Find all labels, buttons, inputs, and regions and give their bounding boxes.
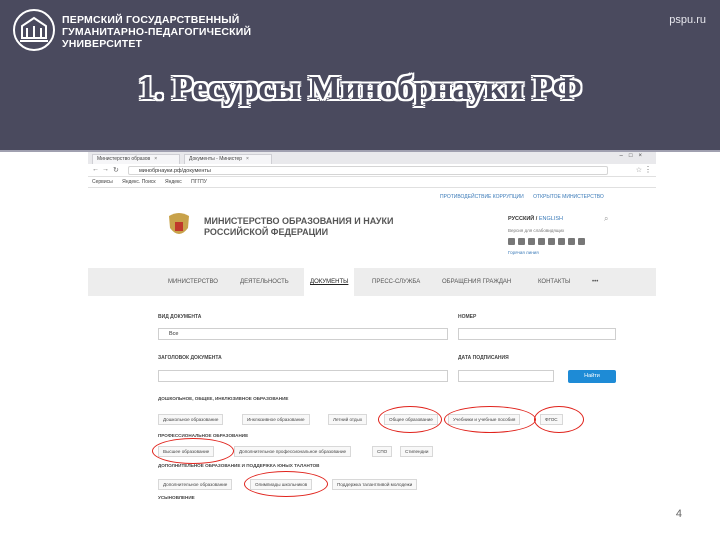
nav-item-documents[interactable]: ДОКУМЕНТЫ (304, 268, 355, 296)
star-icon[interactable]: ☆ (636, 166, 642, 174)
bookmark-item[interactable]: Яндекс (165, 179, 182, 185)
social-icons (508, 238, 588, 247)
nav-item-appeals[interactable]: ОБРАЩЕНИЯ ГРАЖДАН (436, 268, 517, 296)
bookmark-item[interactable]: Яндекс. Поиск (122, 179, 155, 185)
nav-item-activity[interactable]: ДЕЯТЕЛЬНОСТЬ (234, 268, 295, 296)
title-label: ЗАГОЛОВОК ДОКУМЕНТА (158, 355, 222, 361)
language-switch[interactable]: РУССКИЙ / ENGLISH (508, 216, 563, 222)
chip-talents[interactable]: Поддержка талантливой молодежи (332, 479, 418, 490)
site-url: pspu.ru (669, 14, 706, 26)
highlight-circle (152, 438, 234, 464)
social-icon[interactable] (558, 238, 565, 245)
section-general-education: ДОШКОЛЬНОЕ, ОБЩЕЕ, ИНКЛЮЗИВНОЕ ОБРАЗОВАН… (158, 396, 289, 401)
number-label: НОМЕР (458, 314, 477, 320)
title-input[interactable] (158, 370, 448, 382)
bookmark-item[interactable]: Сервисы (92, 179, 113, 185)
chip-scholarships[interactable]: Стипендии (400, 446, 434, 457)
url-input[interactable]: минобрнауки.рф/документы (128, 166, 608, 175)
university-logo-icon (13, 9, 55, 51)
site-header: ПРОТИВОДЕЙСТВИЕ КОРРУПЦИИ ОТКРЫТОЕ МИНИС… (88, 188, 656, 268)
number-input[interactable] (458, 328, 616, 340)
chip-additional-professional[interactable]: Дополнительное профессиональное образова… (234, 446, 352, 457)
address-bar: ← → ↻ минобрнауки.рф/документы ☆ ⋮ (88, 164, 656, 177)
chip-inclusive[interactable]: Инклюзивное образование (242, 414, 310, 425)
social-icon[interactable] (528, 238, 535, 245)
nav-item-more[interactable]: ••• (586, 268, 604, 296)
close-icon[interactable]: × (154, 156, 157, 162)
highlight-circle (534, 406, 584, 433)
anticorruption-link[interactable]: ПРОТИВОДЕЙСТВИЕ КОРРУПЦИИ (440, 194, 524, 200)
bookmarks-bar: Сервисы Яндекс. Поиск Яндекс ПГГПУ (88, 177, 656, 188)
top-links: ПРОТИВОДЕЙСТВИЕ КОРРУПЦИИ ОТКРЫТОЕ МИНИС… (440, 194, 612, 200)
social-icon[interactable] (578, 238, 585, 245)
find-button[interactable]: Найти (568, 370, 616, 383)
open-ministry-link[interactable]: ОТКРЫТОЕ МИНИСТЕРСТВО (533, 194, 604, 200)
coat-of-arms-icon (169, 213, 189, 234)
social-icon[interactable] (538, 238, 545, 245)
nav-item-contacts[interactable]: КОНТАКТЫ (532, 268, 576, 296)
browser-tab[interactable]: Министерство образов × (92, 154, 180, 164)
university-name: ПЕРМСКИЙ ГОСУДАРСТВЕННЫЙ ГУМАНИТАРНО-ПЕД… (62, 14, 252, 50)
date-input[interactable] (458, 370, 554, 382)
chip-preschool[interactable]: Дошкольное образование (158, 414, 224, 425)
forward-icon[interactable]: → (102, 166, 109, 173)
doc-type-label: ВИД ДОКУМЕНТА (158, 314, 202, 320)
section-professional-education: ПРОФЕССИОНАЛЬНОЕ ОБРАЗОВАНИЕ (158, 433, 249, 438)
nav-item-press[interactable]: ПРЕСС-СЛУЖБА (366, 268, 426, 296)
section-adoption: УСЫНОВЛЕНИЕ (158, 495, 195, 500)
browser-tabbar: Министерство образов × Документы - Минист… (88, 152, 656, 164)
ministry-name: МИНИСТЕРСТВО ОБРАЗОВАНИЯ И НАУКИ РОССИЙС… (204, 216, 394, 237)
main-nav: МИНИСТЕРСТВО ДЕЯТЕЛЬНОСТЬ ДОКУМЕНТЫ ПРЕС… (88, 268, 656, 296)
browser-tab[interactable]: Документы - Министер × (184, 154, 272, 164)
highlight-circle (244, 471, 328, 497)
chip-summer[interactable]: Летний отдых (328, 414, 368, 425)
chip-additional[interactable]: Дополнительное образование (158, 479, 233, 490)
menu-icon[interactable]: ⋮ (644, 165, 652, 174)
hotline-link[interactable]: Горячая линия (508, 250, 539, 255)
highlight-circle (378, 406, 442, 433)
social-icon[interactable] (518, 238, 525, 245)
slide-title: 1. Ресурсы Минобрнауки РФ (138, 70, 582, 107)
search-icon[interactable]: ⌕ (604, 214, 608, 224)
accessibility-link[interactable]: Версия для слабовидящих (508, 228, 564, 233)
date-label: ДАТА ПОДПИСАНИЯ (458, 355, 509, 361)
section-additional-education: ДОПОЛНИТЕЛЬНОЕ ОБРАЗОВАНИЕ И ПОДДЕРЖКА Ю… (158, 463, 320, 468)
social-icon[interactable] (568, 238, 575, 245)
window-controls[interactable]: –□× (620, 153, 648, 159)
social-icon[interactable] (548, 238, 555, 245)
bookmark-item[interactable]: ПГГПУ (191, 179, 207, 185)
back-icon[interactable]: ← (92, 166, 99, 173)
page-number: 4 (675, 508, 682, 520)
doc-type-select[interactable]: Все (158, 328, 448, 340)
chip-spo[interactable]: СПО (372, 446, 393, 457)
nav-item-ministry[interactable]: МИНИСТЕРСТВО (162, 268, 224, 296)
social-icon[interactable] (508, 238, 515, 245)
highlight-circle (444, 406, 536, 433)
close-icon[interactable]: × (246, 156, 249, 162)
reload-icon[interactable]: ↻ (113, 166, 119, 174)
slide-header: ПЕРМСКИЙ ГОСУДАРСТВЕННЫЙ ГУМАНИТАРНО-ПЕД… (0, 0, 720, 150)
ministry-website-screenshot: Министерство образов × Документы - Минист… (88, 152, 656, 503)
